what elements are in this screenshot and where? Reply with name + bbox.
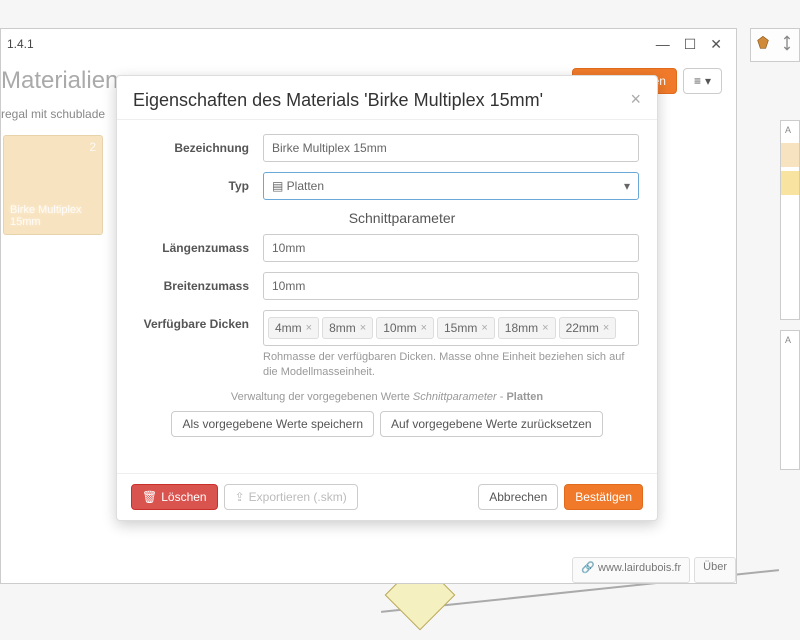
type-value: Platten [287, 179, 324, 193]
width-allowance-input[interactable]: 10mm [263, 272, 639, 300]
remove-tag-icon[interactable]: × [542, 322, 548, 334]
thickness-tagbox[interactable]: 4mm×8mm×10mm×15mm×18mm×22mm× [263, 310, 639, 346]
remove-tag-icon[interactable]: × [603, 322, 609, 334]
type-select[interactable]: ▤ Platten ▾ [263, 172, 639, 200]
remove-tag-icon[interactable]: × [421, 322, 427, 334]
window-titlebar: 1.4.1 — ☐ ✕ [1, 29, 736, 59]
help-thicknesses: Rohmasse der verfügbaren Dicken. Masse o… [263, 350, 639, 381]
length-allowance-input[interactable]: 10mm [263, 234, 639, 262]
chevron-down-icon: ▾ [705, 74, 711, 88]
thickness-tag[interactable]: 15mm× [437, 317, 495, 339]
thickness-tag[interactable]: 8mm× [322, 317, 373, 339]
reset-defaults-button[interactable]: Auf vorgegebene Werte zurücksetzen [380, 411, 603, 437]
close-icon[interactable]: ✕ [710, 36, 722, 53]
remove-tag-icon[interactable]: × [481, 322, 487, 334]
footer-bar: 🔗 www.lairdubois.fr Über [572, 557, 736, 583]
label-thicknesses: Verfügbare Dicken [135, 310, 263, 331]
window-title: 1.4.1 [7, 37, 34, 51]
material-count: 2 [89, 140, 96, 154]
defaults-heading: Verwaltung der vorgegebenen Werte Schnit… [135, 391, 639, 403]
right-swatch-panel: A [780, 120, 800, 320]
remove-tag-icon[interactable]: × [360, 322, 366, 334]
material-properties-modal: Eigenschaften des Materials 'Birke Multi… [116, 75, 658, 521]
label-length-allowance: Längenzumass [135, 234, 263, 255]
modal-title: Eigenschaften des Materials 'Birke Multi… [133, 90, 543, 111]
material-card[interactable]: 2 Birke Multiplex 15mm [3, 135, 103, 235]
menu-button[interactable]: ≡ ▾ [683, 68, 722, 94]
remove-tag-icon[interactable]: × [306, 322, 312, 334]
tool-icon[interactable] [779, 35, 795, 56]
right-swatch-panel-2: A [780, 330, 800, 470]
label-type: Typ [135, 172, 263, 193]
footer-link[interactable]: 🔗 www.lairdubois.fr [572, 557, 690, 583]
export-icon: ⇪ [235, 490, 245, 504]
save-defaults-button[interactable]: Als vorgegebene Werte speichern [171, 411, 374, 437]
label-width-allowance: Breitenzumass [135, 272, 263, 293]
page-title: Materialien [1, 67, 118, 95]
thickness-tag[interactable]: 4mm× [268, 317, 319, 339]
link-icon: 🔗 [581, 562, 598, 574]
confirm-button[interactable]: Bestätigen [564, 484, 643, 510]
thickness-tag[interactable]: 18mm× [498, 317, 556, 339]
sheet-icon: ▤ [272, 179, 287, 193]
label-name: Bezeichnung [135, 134, 263, 155]
maximize-icon[interactable]: ☐ [684, 36, 697, 53]
swatch[interactable] [781, 171, 799, 195]
about-link[interactable]: Über [694, 557, 736, 583]
top-right-toolbox [750, 28, 800, 62]
close-icon[interactable]: × [630, 90, 641, 108]
delete-button[interactable]: 🗑 Löschen [131, 484, 218, 510]
thickness-tag[interactable]: 10mm× [376, 317, 434, 339]
material-card-label: Birke Multiplex 15mm [10, 204, 102, 228]
chevron-down-icon: ▾ [624, 179, 630, 193]
minimize-icon[interactable]: — [656, 36, 670, 52]
cancel-button[interactable]: Abbrechen [478, 484, 558, 510]
swatch[interactable] [781, 143, 799, 167]
tool-icon[interactable] [755, 35, 771, 56]
section-title: Schnittparameter [135, 210, 639, 226]
thickness-tag[interactable]: 22mm× [559, 317, 617, 339]
menu-icon: ≡ [694, 74, 701, 88]
export-button[interactable]: ⇪ Exportieren (.skm) [224, 484, 358, 510]
name-input[interactable]: Birke Multiplex 15mm [263, 134, 639, 162]
trash-icon: 🗑 [142, 490, 157, 504]
